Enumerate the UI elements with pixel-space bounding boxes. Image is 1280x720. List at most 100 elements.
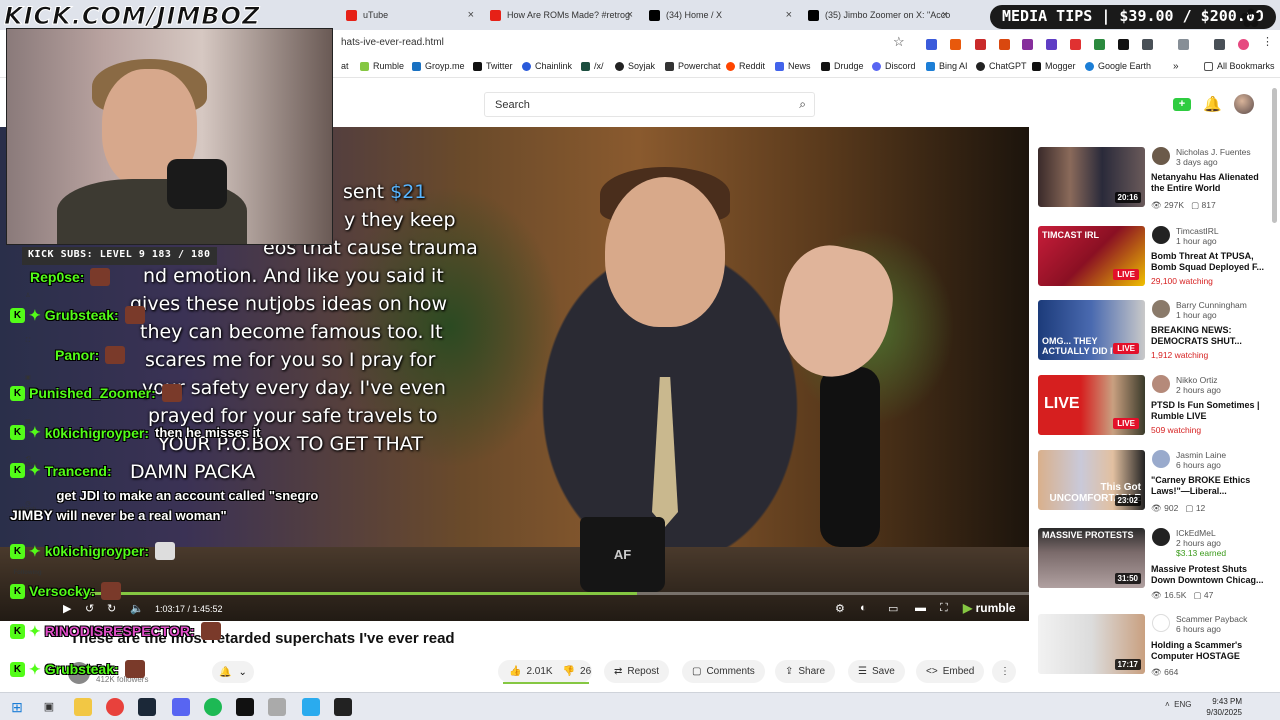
recommended-video[interactable]: MASSIVE PROTESTS 31:50 ICkEdMeL 2 hours a… [1038,528,1268,600]
terminal-icon[interactable] [236,698,254,716]
close-tab-icon[interactable]: × [468,9,474,21]
recommended-video[interactable]: 17:17 Scammer Payback 6 hours ago Holdin… [1038,614,1268,677]
miniplayer-icon[interactable]: ▭ [888,602,898,615]
recommended-title[interactable]: PTSD Is Fun Sometimes | Rumble LIVE [1151,400,1267,422]
thumbs-up-icon[interactable]: 👍 [509,666,521,677]
channel-avatar[interactable] [1152,300,1170,318]
recommended-video[interactable]: OMG... THEY ACTUALLY DID IT LIVE Barry Cu… [1038,300,1268,362]
bookmark-item[interactable]: Rumble [360,61,404,71]
bookmark-item[interactable]: Powerchat [665,61,721,71]
chevron-up-icon[interactable]: ˄ [1165,700,1170,709]
chrome-icon[interactable] [106,698,124,716]
video-thumbnail[interactable]: 17:17 [1038,614,1145,674]
comments-button[interactable]: ▢ Comments [682,660,765,683]
recommended-title[interactable]: BREAKING NEWS: DEMOCRATS SHUT... [1151,325,1267,347]
extension-icon[interactable] [1046,39,1057,50]
extension-icon[interactable] [950,39,961,50]
bookmark-item[interactable]: Soyjak [615,61,655,71]
profile-avatar[interactable] [1238,39,1249,50]
share-button[interactable]: ⇪ Share [775,660,836,683]
browser-tab[interactable]: (35) Jimbo Zoomer on X: "Acco × [802,4,954,26]
bookmark-item[interactable]: ChatGPT [976,61,1027,71]
channel-avatar[interactable] [1152,614,1170,632]
channel-avatar[interactable] [1152,450,1170,468]
bookmark-item[interactable]: Twitter [473,61,513,71]
bookmark-item[interactable]: Reddit [726,61,765,71]
all-bookmarks[interactable]: All Bookmarks [1204,61,1275,71]
spotify-icon[interactable] [204,698,222,716]
bookmark-item[interactable]: Chainlink [522,61,572,71]
upload-icon[interactable]: + [1173,97,1191,111]
bookmark-item[interactable]: Drudge [821,61,864,71]
bookmark-item[interactable]: Bing AI [926,61,968,71]
save-button[interactable]: ☰ Save [848,660,905,683]
url-field[interactable]: hats-ive-ever-read.html [341,37,444,48]
user-avatar[interactable] [1233,94,1254,114]
channel-avatar[interactable] [1152,528,1170,546]
video-thumbnail[interactable]: 20:16 [1038,147,1145,207]
channel-avatar[interactable] [1152,147,1170,165]
bookmark-item[interactable]: Groyp.me [412,61,465,71]
recommended-title[interactable]: Massive Protest Shuts Down Downtown Chic… [1151,564,1267,586]
extension-icon[interactable] [975,39,986,50]
sidebar-icon[interactable] [1178,39,1189,50]
browser-tab[interactable]: How Are ROMs Made? #retrog × [484,4,639,26]
channel-name[interactable]: Scammer Payback [1176,614,1247,624]
bookmark-item[interactable]: /x/ [581,61,604,71]
recommended-title[interactable]: Bomb Threat At TPUSA, Bomb Squad Deploye… [1151,251,1267,273]
rumble-logo[interactable]: ▶ rumble [963,601,1016,615]
close-tab-icon[interactable]: × [786,9,792,21]
close-tab-icon[interactable]: × [627,9,633,21]
bookmark-item[interactable]: at [341,61,349,71]
search-icon[interactable]: ⌕ [799,97,806,112]
settings-gear-icon[interactable]: ⚙ [835,602,845,615]
channel-name[interactable]: Barry Cunningham [1176,300,1247,310]
theater-mode-icon[interactable]: ▬ [915,602,926,614]
video-thumbnail[interactable]: MASSIVE PROTESTS 31:50 [1038,528,1145,588]
fullscreen-icon[interactable]: ⛶ [940,602,948,615]
recommended-video[interactable]: This Got UNCOMFORTABLE 23:02 Jasmin Laine… [1038,450,1268,513]
bookmark-star-icon[interactable]: ☆ [893,34,905,50]
bookmark-item[interactable]: Mogger [1032,61,1076,71]
extension-icon[interactable] [926,39,937,50]
more-options-icon[interactable]: ⋮ [992,660,1016,683]
recommended-video[interactable]: TIMCAST IRL LIVE TimcastIRL 1 hour ago Bo… [1038,226,1268,288]
embed-button[interactable]: <> Embed [916,660,985,683]
recommended-title[interactable]: "Carney BROKE Ethics Laws!"—Liberal... [1151,475,1267,497]
task-view-icon[interactable]: ▣ [40,698,58,716]
recommended-video[interactable]: LIVE LIVE Nikko Ortiz 2 hours ago PTSD Is… [1038,375,1268,437]
channel-avatar[interactable] [1152,375,1170,393]
video-thumbnail[interactable]: OMG... THEY ACTUALLY DID IT LIVE [1038,300,1145,360]
kebab-menu-icon[interactable]: ⋮ [1262,35,1273,48]
extension-icon[interactable] [1022,39,1033,50]
system-clock[interactable]: 9:43 PM 9/30/2025 [1206,696,1242,718]
bookmark-item[interactable]: Google Earth [1085,61,1151,71]
channel-name[interactable]: ICkEdMeL [1176,528,1216,538]
bookmark-item[interactable]: News [775,61,811,71]
thumbs-down-icon[interactable]: 👎 [563,666,575,677]
telegram-icon[interactable] [302,698,320,716]
puzzle-icon[interactable] [1142,39,1153,50]
file-explorer-icon[interactable] [74,698,92,716]
page-scrollbar[interactable] [1272,88,1277,223]
recommended-video[interactable]: 20:16 Nicholas J. Fuentes 3 days ago Net… [1038,147,1268,210]
autoplay-toggle[interactable]: ◐ [860,602,867,614]
x-logo-icon[interactable] [1118,39,1129,50]
obs-icon[interactable] [334,698,352,716]
channel-name[interactable]: Nikko Ortiz [1176,375,1218,385]
start-button-icon[interactable]: ⊞ [8,698,26,716]
bookmark-item[interactable]: Discord [872,61,916,71]
downloads-icon[interactable] [1214,39,1225,50]
extension-icon[interactable] [1094,39,1105,50]
channel-name[interactable]: TimcastIRL [1176,226,1219,236]
video-thumbnail[interactable]: This Got UNCOMFORTABLE 23:02 [1038,450,1145,510]
steam-icon[interactable] [138,698,156,716]
channel-avatar[interactable] [1152,226,1170,244]
app-icon[interactable] [268,698,286,716]
recommended-title[interactable]: Netanyahu Has Alienated the Entire World [1151,172,1267,194]
extension-icon[interactable] [1070,39,1081,50]
recommended-title[interactable]: Holding a Scammer's Computer HOSTAGE [1151,640,1267,662]
video-thumbnail[interactable]: TIMCAST IRL LIVE [1038,226,1145,286]
close-tab-icon[interactable]: × [942,9,948,21]
browser-tab[interactable]: uTube × [340,4,480,26]
